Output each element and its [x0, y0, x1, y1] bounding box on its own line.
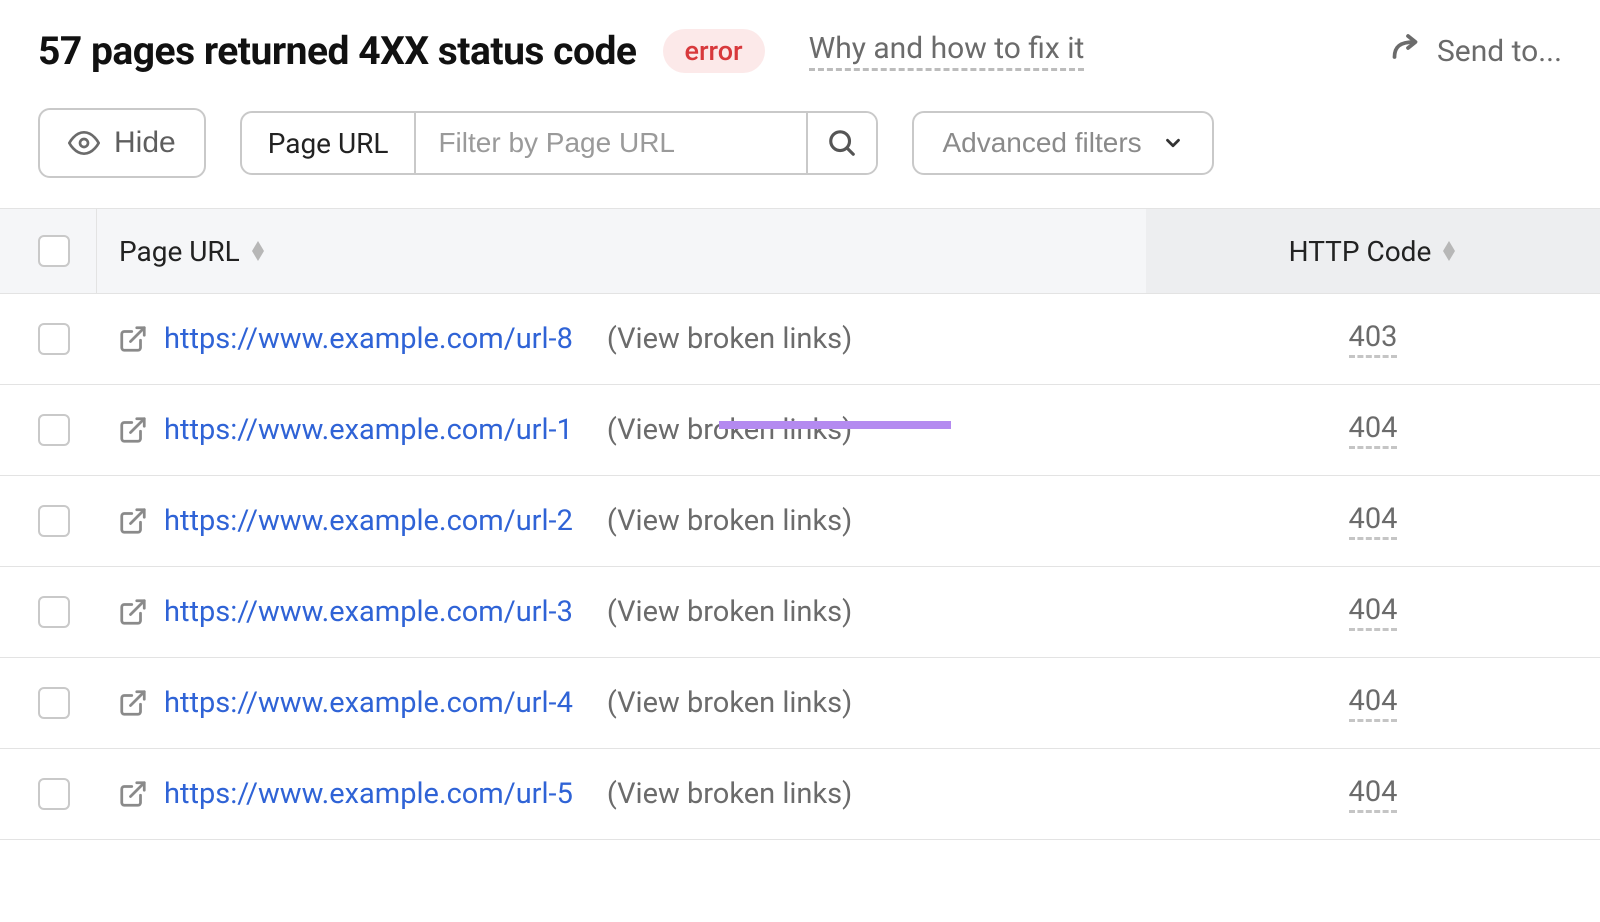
column-page-url-label: Page URL: [119, 235, 240, 268]
chevron-down-icon: [1162, 132, 1184, 154]
view-broken-links[interactable]: (View broken links): [607, 413, 852, 447]
send-to-label: Send to...: [1437, 34, 1562, 69]
row-select-col: [38, 414, 96, 446]
row-checkbox[interactable]: [38, 778, 70, 810]
table-row: https://www.example.com/url-8 (View broke…: [0, 294, 1600, 385]
http-code-cell: 404: [1146, 593, 1600, 631]
row-select-col: [38, 687, 96, 719]
view-broken-links[interactable]: (View broken links): [607, 504, 852, 538]
eye-icon: [68, 127, 100, 159]
table-row: https://www.example.com/url-3 (View broke…: [0, 567, 1600, 658]
http-code-cell: 403: [1146, 320, 1600, 358]
page-url-link[interactable]: https://www.example.com/url-2: [164, 504, 573, 538]
page-header: 57 pages returned 4XX status code error …: [0, 0, 1600, 74]
table-row: https://www.example.com/url-1 (View broke…: [0, 385, 1600, 476]
search-button[interactable]: [806, 113, 876, 173]
select-all-col: [38, 235, 96, 267]
page-url-link[interactable]: https://www.example.com/url-1: [164, 413, 573, 447]
row-checkbox[interactable]: [38, 505, 70, 537]
filter-type-select[interactable]: Page URL: [242, 113, 417, 173]
http-code-value[interactable]: 404: [1349, 502, 1398, 540]
row-select-col: [38, 778, 96, 810]
http-code-value[interactable]: 404: [1349, 411, 1398, 449]
filter-group: Page URL: [240, 111, 879, 175]
page-title: 57 pages returned 4XX status code: [38, 28, 637, 74]
table-row: https://www.example.com/url-2 (View broke…: [0, 476, 1600, 567]
search-icon: [827, 128, 857, 158]
error-badge: error: [663, 29, 765, 73]
url-cell: https://www.example.com/url-4 (View broke…: [96, 686, 1146, 720]
view-broken-links[interactable]: (View broken links): [607, 322, 852, 356]
page-url-link[interactable]: https://www.example.com/url-8: [164, 322, 573, 356]
hide-button[interactable]: Hide: [38, 108, 206, 178]
row-checkbox[interactable]: [38, 323, 70, 355]
view-broken-links[interactable]: (View broken links): [607, 686, 852, 720]
sort-icon: [1441, 241, 1457, 261]
external-link-icon: [118, 324, 148, 354]
advanced-filters-label: Advanced filters: [942, 127, 1141, 159]
controls-bar: Hide Page URL Advanced filters: [0, 74, 1600, 208]
http-code-value[interactable]: 404: [1349, 684, 1398, 722]
http-code-cell: 404: [1146, 502, 1600, 540]
table-body: https://www.example.com/url-8 (View broke…: [0, 294, 1600, 840]
sort-icon: [250, 241, 266, 261]
column-http-code[interactable]: HTTP Code: [1146, 209, 1600, 293]
page-url-link[interactable]: https://www.example.com/url-5: [164, 777, 573, 811]
fix-link[interactable]: Why and how to fix it: [809, 31, 1085, 71]
external-link-icon: [118, 779, 148, 809]
row-checkbox[interactable]: [38, 687, 70, 719]
column-http-code-label: HTTP Code: [1289, 235, 1432, 268]
hide-label: Hide: [114, 126, 176, 160]
external-link-icon: [118, 597, 148, 627]
send-to-button[interactable]: Send to...: [1387, 33, 1562, 69]
http-code-value[interactable]: 404: [1349, 775, 1398, 813]
http-code-value[interactable]: 404: [1349, 593, 1398, 631]
view-broken-links[interactable]: (View broken links): [607, 595, 852, 629]
http-code-value[interactable]: 403: [1349, 320, 1398, 358]
table-row: https://www.example.com/url-4 (View broke…: [0, 658, 1600, 749]
url-cell: https://www.example.com/url-8 (View broke…: [96, 322, 1146, 356]
column-page-url[interactable]: Page URL: [96, 209, 1146, 293]
row-checkbox[interactable]: [38, 596, 70, 628]
page-url-link[interactable]: https://www.example.com/url-4: [164, 686, 573, 720]
url-cell: https://www.example.com/url-3 (View broke…: [96, 595, 1146, 629]
row-select-col: [38, 323, 96, 355]
url-cell: https://www.example.com/url-2 (View broke…: [96, 504, 1146, 538]
url-cell: https://www.example.com/url-1 (View broke…: [96, 413, 1146, 447]
row-checkbox[interactable]: [38, 414, 70, 446]
http-code-cell: 404: [1146, 411, 1600, 449]
highlight-underline: [719, 421, 951, 429]
external-link-icon: [118, 506, 148, 536]
table-row: https://www.example.com/url-5 (View broke…: [0, 749, 1600, 840]
url-cell: https://www.example.com/url-5 (View broke…: [96, 777, 1146, 811]
external-link-icon: [118, 415, 148, 445]
row-select-col: [38, 596, 96, 628]
table-header: Page URL HTTP Code: [0, 208, 1600, 294]
share-arrow-icon: [1387, 33, 1423, 69]
external-link-icon: [118, 688, 148, 718]
filter-input[interactable]: [416, 113, 806, 173]
advanced-filters-button[interactable]: Advanced filters: [912, 111, 1213, 175]
view-broken-links[interactable]: (View broken links): [607, 777, 852, 811]
select-all-checkbox[interactable]: [38, 235, 70, 267]
page-url-link[interactable]: https://www.example.com/url-3: [164, 595, 573, 629]
row-select-col: [38, 505, 96, 537]
http-code-cell: 404: [1146, 775, 1600, 813]
http-code-cell: 404: [1146, 684, 1600, 722]
